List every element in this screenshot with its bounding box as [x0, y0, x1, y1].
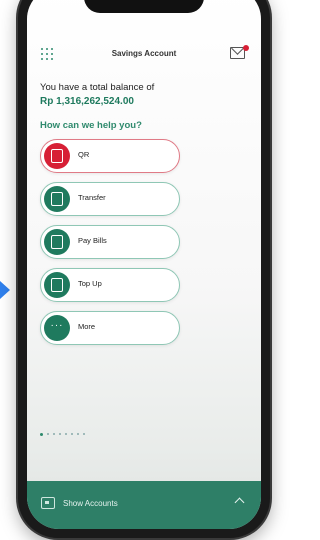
show-accounts-bar[interactable]: Show Accounts — [27, 481, 261, 529]
top-up-icon — [44, 272, 70, 298]
menu-item-transfer[interactable]: Transfer — [40, 182, 180, 216]
action-menu: QR Transfer Pay Bills Top Up ··· More — [40, 139, 180, 354]
more-dots-icon: ··· — [44, 315, 70, 341]
page-dot — [77, 433, 79, 435]
page-dot — [47, 433, 49, 435]
page-dot — [59, 433, 61, 435]
menu-item-label: QR — [78, 150, 90, 159]
page-title: Savings Account — [111, 49, 177, 58]
menu-item-label: Transfer — [78, 193, 106, 202]
phone-notch — [84, 0, 204, 13]
menu-item-top-up[interactable]: Top Up — [40, 268, 180, 302]
transfer-icon — [44, 186, 70, 212]
page-dot-active — [40, 433, 43, 436]
menu-item-label: Top Up — [78, 279, 102, 288]
notification-dot — [243, 45, 249, 51]
menu-item-more[interactable]: ··· More — [40, 311, 180, 345]
bill-icon — [44, 229, 70, 255]
app-screen: Savings Account You have a total balance… — [27, 0, 261, 529]
pointer-arrow — [0, 281, 10, 299]
page-dot — [65, 433, 67, 435]
page-dot — [71, 433, 73, 435]
accounts-icon — [41, 497, 55, 509]
chevron-up-icon[interactable] — [234, 497, 245, 508]
balance-label: You have a total balance of — [40, 82, 155, 93]
menu-item-label: Pay Bills — [78, 236, 107, 245]
balance-amount: Rp 1,316,262,524.00 — [40, 96, 134, 107]
menu-item-qr[interactable]: QR — [40, 139, 180, 173]
help-prompt: How can we help you? — [40, 120, 142, 131]
phone-frame: Savings Account You have a total balance… — [18, 0, 270, 538]
menu-item-pay-bills[interactable]: Pay Bills — [40, 225, 180, 259]
show-accounts-label: Show Accounts — [63, 499, 118, 508]
menu-item-label: More — [78, 322, 96, 331]
top-bar: Savings Account — [27, 45, 261, 65]
page-dot — [53, 433, 55, 435]
qr-icon — [44, 143, 70, 169]
page-dot — [83, 433, 85, 435]
page-indicator — [40, 433, 85, 436]
